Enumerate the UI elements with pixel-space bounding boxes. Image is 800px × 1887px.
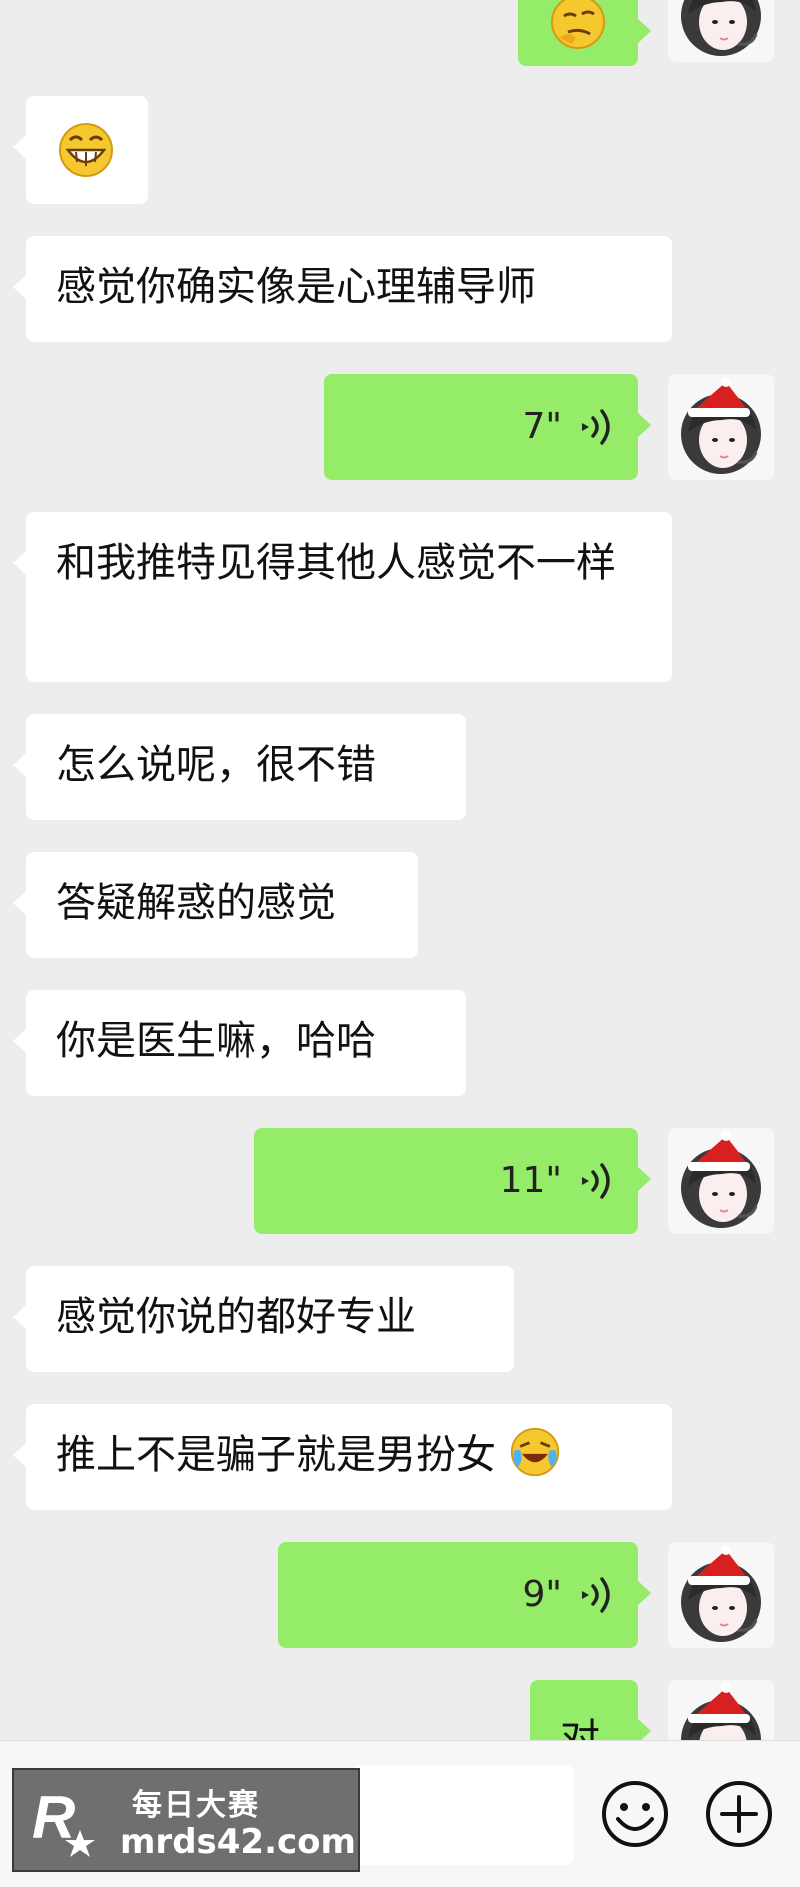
plus-circle-icon[interactable] [704,1779,774,1849]
incoming-text-message[interactable]: 感觉你说的都好专业 [13,1266,514,1372]
outgoing-voice-message[interactable]: 11" [254,1128,651,1234]
watermark-en: mrds42.com [120,1822,356,1862]
message-text: 和我推特见得其他人感觉不一样 [56,540,616,586]
thinking-face-icon [551,0,605,49]
grinning-face-icon [59,123,113,177]
voice-duration: 11" [499,1160,562,1201]
voice-waves-icon [576,1575,610,1615]
voice-waves-icon [576,407,610,447]
incoming-text-message[interactable]: 你是医生嘛，哈哈 [13,990,466,1096]
my-avatar[interactable] [668,0,774,62]
outgoing-text-message[interactable]: 对 [530,1680,651,1740]
message-input[interactable] [352,1765,574,1865]
watermark-cn: 每日大赛 [132,1788,260,1823]
incoming-text-message[interactable]: 答疑解惑的感觉 [13,852,418,958]
outgoing-voice-message[interactable]: 9" [278,1542,651,1648]
voice-duration: 9" [522,1574,562,1615]
my-avatar[interactable] [668,1542,774,1648]
outgoing-emoji-message[interactable] [518,0,651,66]
voice-waves-icon [576,1161,610,1201]
incoming-text-message[interactable]: 和我推特见得其他人感觉不一样 [13,512,672,682]
message-text: 推上不是骗子就是男扮女 [56,1432,496,1478]
incoming-text-message[interactable]: 感觉你确实像是心理辅导师 [13,236,672,342]
message-text: 怎么说呢，很不错 [56,742,376,788]
smiley-icon[interactable] [600,1779,670,1849]
my-avatar[interactable] [668,1680,774,1740]
message-text: 对 [560,1716,600,1740]
incoming-text-message[interactable]: 怎么说呢，很不错 [13,714,466,820]
message-text: 你是医生嘛，哈哈 [56,1018,376,1064]
voice-duration: 7" [522,406,562,447]
message-text: 感觉你确实像是心理辅导师 [56,264,536,310]
chat-area[interactable]: 感觉你确实像是心理辅导师 7" 和我推特见得其他人感觉不一样 怎么说呢，很不错 … [0,0,800,1740]
message-text: 感觉你说的都好专业 [56,1294,416,1340]
incoming-text-message[interactable]: 推上不是骗子就是男扮女 [13,1404,672,1510]
crying-laughing-face-icon [510,1427,559,1477]
watermark: R 每日大赛 mrds42.com [12,1768,360,1872]
my-avatar[interactable] [668,374,774,480]
watermark-logo-icon: R [32,1784,95,1857]
my-avatar[interactable] [668,1128,774,1234]
message-text: 答疑解惑的感觉 [56,880,336,926]
outgoing-voice-message[interactable]: 7" [324,374,651,480]
incoming-emoji-message[interactable] [13,96,148,204]
